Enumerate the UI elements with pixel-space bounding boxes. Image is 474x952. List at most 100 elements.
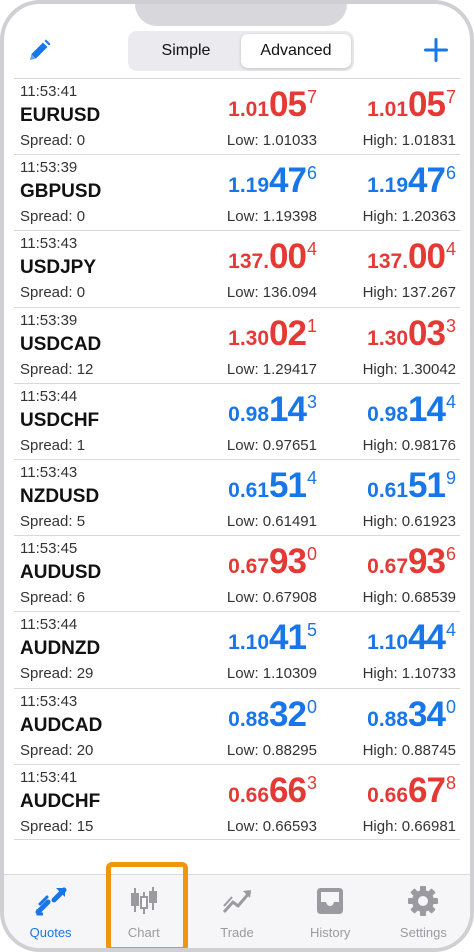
ask-price: 0.98144: [367, 392, 456, 427]
bid-price-sup: 3: [306, 772, 317, 793]
quote-time: 11:53:43: [20, 463, 78, 481]
bid-price: 1.19476: [228, 163, 317, 198]
bid-price-big: 02: [269, 313, 307, 353]
bid-price: 0.88320: [228, 697, 317, 732]
bid-price-big: 93: [269, 542, 307, 582]
bid-price: 0.61514: [228, 468, 317, 503]
segment-simple[interactable]: Simple: [131, 34, 241, 68]
ask-price-small: 0.88: [367, 707, 409, 731]
quote-spread: Spread: 5: [20, 512, 86, 530]
ask-price-small: 1.10: [367, 631, 409, 655]
quote-time: 11:53:39: [20, 311, 78, 329]
quote-symbol: GBPUSD: [20, 181, 102, 203]
quote-row-usdjpy[interactable]: 11:53:43 USDJPY Spread: 0 137.004 137.004 Low…: [14, 230, 460, 306]
quote-spread: Spread: 15: [20, 817, 94, 835]
quote-spread: Spread: 20: [20, 741, 94, 759]
tab-settings[interactable]: Settings: [377, 875, 470, 948]
ask-price-sup: 7: [445, 87, 456, 107]
ask-price-sup: 8: [445, 772, 456, 793]
ask-price-big: 03: [408, 313, 446, 353]
ask-price-big: 67: [408, 770, 446, 810]
bid-price-small: 0.66: [228, 783, 270, 807]
bid-price: 1.30021: [228, 316, 317, 351]
ask-price-small: 0.61: [367, 478, 409, 502]
bid-price-big: 05: [269, 85, 307, 124]
tab-chart[interactable]: Chart: [97, 875, 190, 948]
bid-price-small: 0.67: [228, 555, 270, 579]
tab-trade[interactable]: Trade: [190, 875, 283, 948]
quote-row-audusd[interactable]: 11:53:45 AUDUSD Spread: 6 0.67930 0.67936 Low…: [14, 535, 460, 611]
quote-spread: Spread: 12: [20, 360, 94, 378]
tab-label-settings: Settings: [399, 925, 447, 940]
bid-price-big: 51: [269, 465, 307, 505]
quote-high: High: 1.20363: [362, 208, 456, 226]
plus-icon[interactable]: [422, 36, 450, 64]
gear-icon: [408, 886, 439, 916]
bid-price: 1.10415: [228, 620, 317, 655]
trade-line-chart-icon: [222, 890, 252, 914]
quote-row-gbpusd[interactable]: 11:53:39 GBPUSD Spread: 0 1.19476 1.19476 Low…: [14, 154, 460, 230]
bid-price: 0.98143: [228, 392, 317, 427]
quote-row-audcad[interactable]: 11:53:43 AUDCAD Spread: 20 0.88320 0.88340 Lo…: [14, 687, 460, 764]
tab-label-trade: Trade: [220, 925, 254, 940]
bid-price: 0.66663: [228, 773, 317, 808]
bid-price-sup: 4: [306, 467, 317, 488]
quote-symbol: USDCAD: [20, 333, 102, 355]
ask-price-sup: 6: [445, 163, 456, 184]
pencil-icon[interactable]: [26, 38, 52, 64]
quote-row-usdchf[interactable]: 11:53:44 USDCHF Spread: 1 0.98143 0.98144 Low…: [14, 382, 460, 459]
quote-high: High: 1.10733: [362, 665, 456, 683]
ask-price-big: 05: [408, 85, 446, 124]
quote-spread: Spread: 6: [20, 589, 86, 607]
ask-price-sup: 9: [445, 467, 456, 488]
ask-price: 0.67936: [367, 544, 456, 579]
ask-price: 137.004: [367, 239, 456, 274]
ask-price-sup: 0: [445, 696, 456, 717]
quote-row-nzdusd[interactable]: 11:53:43 NZDUSD Spread: 5 0.61514 0.61519 Low…: [14, 458, 460, 535]
tab-quotes[interactable]: Quotes: [4, 875, 97, 948]
bid-price-sup: 7: [306, 87, 317, 107]
quote-time: 11:53:44: [20, 387, 78, 405]
bid-price-big: 66: [269, 770, 307, 810]
quote-low: Low: 1.29417: [226, 360, 317, 378]
bid-price-sup: 5: [306, 620, 317, 641]
quote-spread: Spread: 0: [20, 208, 86, 226]
quote-row-eurusd[interactable]: 11:53:41 EURUSD Spread: 0 1.01057 1.01057 Low…: [14, 78, 460, 154]
bottom-tab-bar: Quotes Chart Trade History Settings: [4, 874, 470, 948]
quote-low: Low: 1.10309: [226, 665, 317, 683]
quote-row-audnzd[interactable]: 11:53:44 AUDNZD Spread: 29 1.10415 1.10444 Lo…: [14, 611, 460, 687]
quote-high: High: 0.61923: [362, 512, 456, 530]
bid-price-small: 1.30: [228, 326, 270, 350]
bid-price-sup: 6: [306, 163, 317, 184]
quote-row-usdcad[interactable]: 11:53:39 USDCAD Spread: 12 1.30021 1.30033 Lo…: [14, 306, 460, 383]
ask-price-small: 0.98: [367, 402, 409, 426]
bid-price-small: 0.88: [228, 707, 270, 731]
bid-price-big: 00: [269, 237, 307, 277]
tab-label-quotes: Quotes: [29, 925, 72, 940]
quote-spread: Spread: 0: [20, 284, 86, 302]
bid-price-sup: 3: [306, 391, 317, 412]
ask-price: 1.19476: [367, 163, 456, 198]
ask-price-small: 137.: [367, 250, 409, 274]
phone-frame: Simple Advanced 11:53:41 EURUSD Spread: 0 1…: [0, 0, 474, 952]
bid-price-big: 41: [269, 618, 307, 658]
ask-price-small: 1.19: [367, 174, 409, 198]
ask-price: 0.66678: [367, 773, 456, 808]
tab-history[interactable]: History: [284, 875, 377, 948]
quote-spread: Spread: 0: [20, 132, 86, 149]
ask-price-sup: 4: [445, 620, 456, 641]
quote-symbol: AUDCAD: [20, 714, 103, 736]
view-mode-segmented-control: Simple Advanced: [128, 31, 354, 71]
quote-time: 11:53:41: [20, 83, 78, 100]
history-inbox-icon: [317, 888, 344, 914]
quote-row-audchf[interactable]: 11:53:41 AUDCHF Spread: 15 0.66663 0.66678 Lo…: [14, 763, 460, 840]
ask-price-small: 1.30: [367, 326, 409, 350]
segment-advanced[interactable]: Advanced: [241, 34, 351, 68]
ask-price-big: 44: [408, 618, 446, 658]
ask-price-small: 1.01: [367, 98, 409, 121]
ask-price-sup: 6: [445, 544, 456, 565]
quote-spread: Spread: 1: [20, 436, 86, 454]
quote-high: High: 1.30042: [362, 360, 456, 378]
ask-price-big: 00: [408, 237, 446, 277]
bid-price-small: 1.10: [228, 631, 270, 655]
